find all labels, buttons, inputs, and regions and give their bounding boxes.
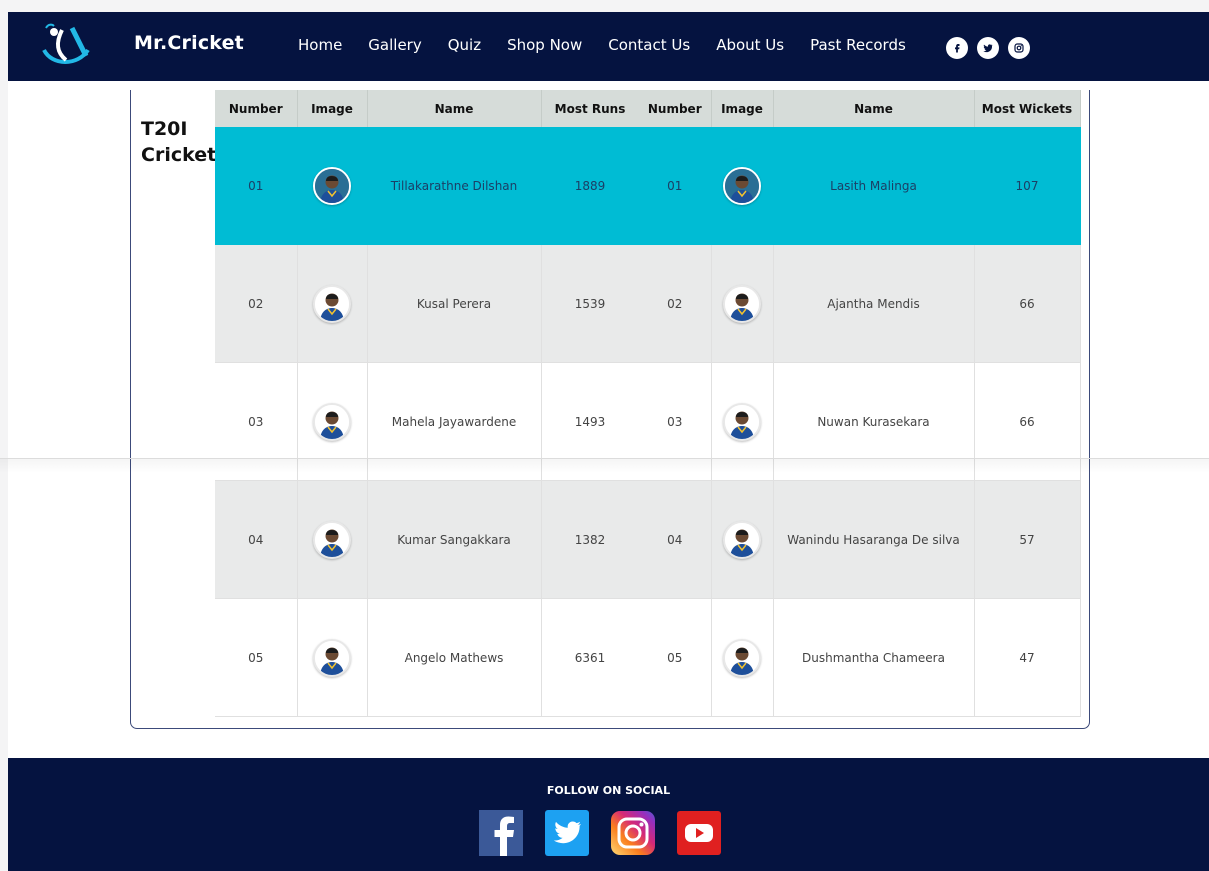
cell-most-runs: 6361	[541, 598, 640, 717]
player-avatar	[313, 638, 351, 677]
cell-player-name: Nuwan Kurasekara	[773, 362, 975, 481]
cell-number: 01	[215, 127, 298, 245]
column-header-most-wickets: Most Wickets	[974, 90, 1081, 127]
cell-image	[711, 598, 774, 717]
table-row: 03 Mahela Jayawardene 1493	[215, 362, 640, 481]
cell-most-runs: 1889	[541, 127, 640, 245]
column-header-name: Name	[367, 90, 542, 127]
cell-number: 03	[639, 362, 712, 481]
column-header-image: Image	[297, 90, 368, 127]
cell-player-name: Mahela Jayawardene	[367, 362, 542, 481]
facebook-icon[interactable]	[946, 37, 968, 59]
twitter-icon[interactable]	[545, 810, 589, 856]
cell-most-wickets: 57	[974, 480, 1081, 599]
cell-most-runs: 1493	[541, 362, 640, 481]
cell-player-name: Tillakarathne Dilshan	[367, 127, 542, 245]
player-avatar	[313, 402, 351, 441]
table-row: 05 Dushmantha Chameera 47	[639, 598, 1081, 717]
cell-image	[711, 127, 774, 245]
cell-image	[711, 244, 774, 363]
nav-link-shop-now[interactable]: Shop Now	[507, 36, 582, 54]
nav-link-home[interactable]: Home	[298, 36, 342, 54]
cell-image	[297, 127, 368, 245]
cell-image	[297, 362, 368, 481]
cell-most-wickets: 66	[974, 244, 1081, 363]
cell-number: 05	[215, 598, 298, 717]
top-navbar: Mr.Cricket Home Gallery Quiz Shop Now Co…	[8, 12, 1209, 81]
cell-number: 02	[215, 244, 298, 363]
cell-most-runs: 1382	[541, 480, 640, 599]
table-row: 05 Angelo Mathews 6361	[215, 598, 640, 717]
twitter-icon[interactable]	[977, 37, 999, 59]
column-header-number: Number	[215, 90, 298, 127]
cell-number: 03	[215, 362, 298, 481]
table-header-row: Number Image Name Most Runs	[215, 90, 640, 127]
cell-image	[711, 480, 774, 599]
footer-social-links	[479, 810, 743, 856]
cell-player-name: Wanindu Hasaranga De silva	[773, 480, 975, 599]
table-row: 04 Kumar Sangakkara 1382	[215, 480, 640, 599]
table-header-row: Number Image Name Most Wickets	[639, 90, 1081, 127]
nav-link-gallery[interactable]: Gallery	[368, 36, 421, 54]
column-header-name: Name	[773, 90, 975, 127]
instagram-icon[interactable]	[1008, 37, 1030, 59]
cell-image	[297, 598, 368, 717]
table-row: 03 Nuwan Kurasekara 66	[639, 362, 1081, 481]
cell-player-name: Kusal Perera	[367, 244, 542, 363]
nav-social-links	[946, 37, 1039, 59]
brand-name[interactable]: Mr.Cricket	[134, 32, 244, 54]
section-title: T20I Cricket	[141, 118, 217, 166]
cell-most-runs: 1539	[541, 244, 640, 363]
instagram-icon[interactable]	[611, 810, 655, 856]
table-row: 02 Ajantha Mendis 66	[639, 244, 1081, 363]
cell-most-wickets: 47	[974, 598, 1081, 717]
cricket-logo-icon[interactable]	[38, 20, 98, 72]
player-avatar	[723, 284, 761, 323]
player-avatar	[723, 166, 761, 205]
player-avatar	[313, 520, 351, 559]
table-row: 02 Kusal Perera 1539	[215, 244, 640, 363]
youtube-icon[interactable]	[677, 810, 721, 856]
cell-player-name: Kumar Sangakkara	[367, 480, 542, 599]
player-avatar	[723, 638, 761, 677]
cell-player-name: Angelo Mathews	[367, 598, 542, 717]
cell-player-name: Lasith Malinga	[773, 127, 975, 245]
runs-table-body: 01 Tillakarathne Dilshan 1889 02 Kusal Perer…	[215, 127, 640, 717]
nav-link-about-us[interactable]: About Us	[716, 36, 784, 54]
column-header-number: Number	[639, 90, 712, 127]
cell-player-name: Ajantha Mendis	[773, 244, 975, 363]
cell-image	[297, 480, 368, 599]
player-avatar	[313, 284, 351, 323]
cell-number: 05	[639, 598, 712, 717]
column-header-most-runs: Most Runs	[541, 90, 640, 127]
facebook-icon[interactable]	[479, 810, 523, 856]
cell-number: 01	[639, 127, 712, 245]
player-avatar	[723, 402, 761, 441]
cell-most-wickets: 66	[974, 362, 1081, 481]
table-row: 01 Lasith Malinga 107	[639, 127, 1081, 245]
nav-links: Home Gallery Quiz Shop Now Contact Us Ab…	[298, 36, 906, 54]
page-frame: Mr.Cricket Home Gallery Quiz Shop Now Co…	[8, 12, 1209, 871]
cell-image	[297, 244, 368, 363]
footer: FOLLOW ON SOCIAL	[8, 758, 1209, 871]
nav-link-past-records[interactable]: Past Records	[810, 36, 906, 54]
records-container: T20I Cricket Number Image Name Most Runs…	[130, 90, 1090, 729]
most-wickets-table: Number Image Name Most Wickets 01 Lasith …	[639, 90, 1081, 717]
table-row: 01 Tillakarathne Dilshan 1889	[215, 127, 640, 245]
cell-player-name: Dushmantha Chameera	[773, 598, 975, 717]
column-header-image: Image	[711, 90, 774, 127]
follow-on-social-label: FOLLOW ON SOCIAL	[546, 784, 671, 797]
cell-number: 04	[639, 480, 712, 599]
wickets-table-body: 01 Lasith Malinga 107 02 Ajantha Mendis 66 03 N…	[639, 127, 1081, 717]
cell-number: 04	[215, 480, 298, 599]
nav-link-quiz[interactable]: Quiz	[448, 36, 481, 54]
player-avatar	[723, 520, 761, 559]
most-runs-table: Number Image Name Most Runs 01 Tillakarat…	[215, 90, 640, 717]
cell-image	[711, 362, 774, 481]
cell-most-wickets: 107	[974, 127, 1081, 245]
cell-number: 02	[639, 244, 712, 363]
nav-link-contact-us[interactable]: Contact Us	[608, 36, 690, 54]
table-row: 04 Wanindu Hasaranga De silva 57	[639, 480, 1081, 599]
player-avatar	[313, 166, 351, 205]
